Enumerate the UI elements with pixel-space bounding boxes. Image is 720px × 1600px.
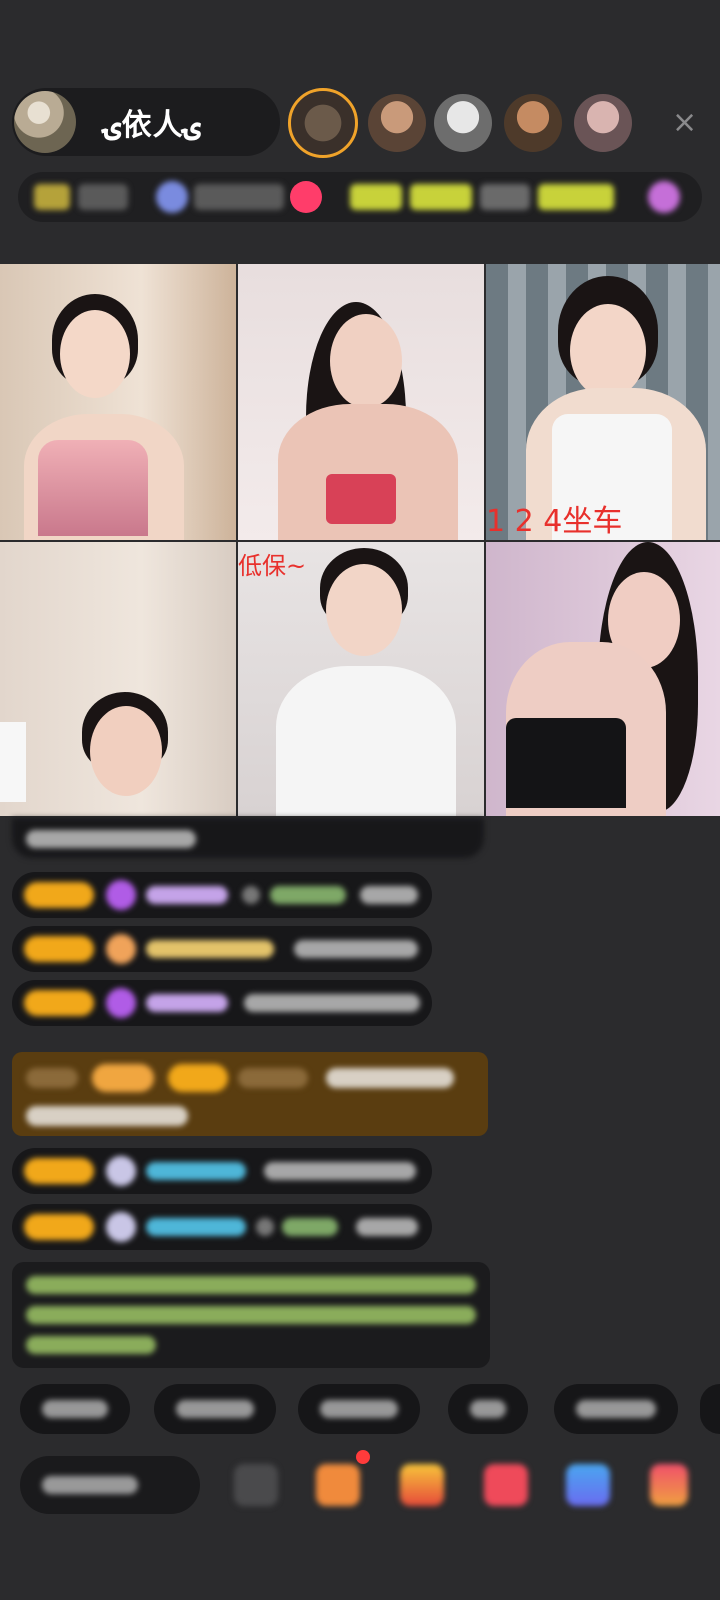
message-text: [264, 1162, 416, 1180]
multi-guest-video-grid: 1 2 4坐车 低保~: [0, 264, 720, 816]
message-text: [244, 994, 420, 1012]
video-tile-2[interactable]: [238, 264, 484, 540]
viewer-avatar-4[interactable]: [504, 94, 562, 152]
message-text: [294, 940, 418, 958]
gem-icon: [106, 880, 136, 910]
video-tile-3[interactable]: 1 2 4坐车: [486, 264, 720, 540]
gem-icon: [106, 934, 136, 964]
fan-text: [194, 184, 284, 210]
chat-message-5[interactable]: [12, 1204, 432, 1250]
message-text: [356, 1218, 418, 1236]
follow-icon[interactable]: [290, 181, 322, 213]
chat-message-2[interactable]: [12, 926, 432, 972]
quick-phrase-1[interactable]: [20, 1384, 130, 1434]
username[interactable]: [146, 886, 228, 904]
level-badge: [24, 1214, 94, 1240]
level-badge: [24, 990, 94, 1016]
more-icon[interactable]: [648, 181, 680, 213]
gift-icon[interactable]: [316, 1464, 360, 1506]
chat-message-3[interactable]: [12, 980, 432, 1026]
chat-message-4[interactable]: [12, 1148, 432, 1194]
video-tile-6[interactable]: [486, 542, 720, 816]
quick-phrase-5[interactable]: [554, 1384, 678, 1434]
rank-chip: [34, 184, 70, 210]
viewer-avatar-1[interactable]: [288, 88, 358, 158]
host-name: ۍ依人ۍ: [104, 108, 202, 143]
notification-dot: [356, 1450, 370, 1464]
host-avatar[interactable]: [14, 91, 76, 153]
gift-icon[interactable]: [400, 1464, 444, 1506]
level-badge: [24, 882, 94, 908]
quick-phrase-3[interactable]: [298, 1384, 420, 1434]
quick-phrase-2[interactable]: [154, 1384, 276, 1434]
quick-phrase-4[interactable]: [448, 1384, 528, 1434]
host-profile-pill[interactable]: ۍ依人ۍ: [12, 88, 280, 156]
quick-phrase-6[interactable]: [700, 1384, 720, 1434]
room-announcement: [12, 1262, 490, 1368]
username[interactable]: [146, 1218, 246, 1236]
username[interactable]: [146, 994, 228, 1012]
chat-message-0: [12, 818, 484, 858]
tag-3: [480, 184, 530, 210]
level-badge: [24, 1158, 94, 1184]
video-tile-1[interactable]: [0, 264, 236, 540]
video-tile-5[interactable]: 低保~: [238, 542, 484, 816]
video-tile-4[interactable]: [0, 542, 236, 816]
gem-icon: [106, 988, 136, 1018]
username[interactable]: [146, 940, 274, 958]
room-info-bar[interactable]: [18, 172, 702, 222]
gem-icon: [106, 1156, 136, 1186]
chat-message-1[interactable]: [12, 872, 432, 918]
gift-icon[interactable]: [650, 1464, 688, 1506]
tile-overlay-text: 1 2 4坐车: [486, 504, 623, 539]
viewer-avatar-3[interactable]: [434, 94, 492, 152]
username[interactable]: [146, 1162, 246, 1180]
viewer-avatar-2[interactable]: [368, 94, 426, 152]
tag-4: [538, 184, 614, 210]
more-icon[interactable]: [234, 1464, 278, 1506]
viewer-avatar-5[interactable]: [574, 94, 632, 152]
tile-overlay-text: 低保~: [238, 552, 307, 580]
tag-2: [410, 184, 472, 210]
rank-text: [78, 184, 128, 210]
gem-icon: [106, 1212, 136, 1242]
system-notice: [12, 1052, 488, 1136]
gift-icon[interactable]: [484, 1464, 528, 1506]
fan-icon: [156, 181, 188, 213]
level-badge: [24, 936, 94, 962]
message-text: [360, 886, 418, 904]
gift-icon[interactable]: [566, 1464, 610, 1506]
close-icon[interactable]: ×: [672, 108, 697, 138]
chat-input[interactable]: [20, 1456, 200, 1514]
tag-1: [350, 184, 402, 210]
